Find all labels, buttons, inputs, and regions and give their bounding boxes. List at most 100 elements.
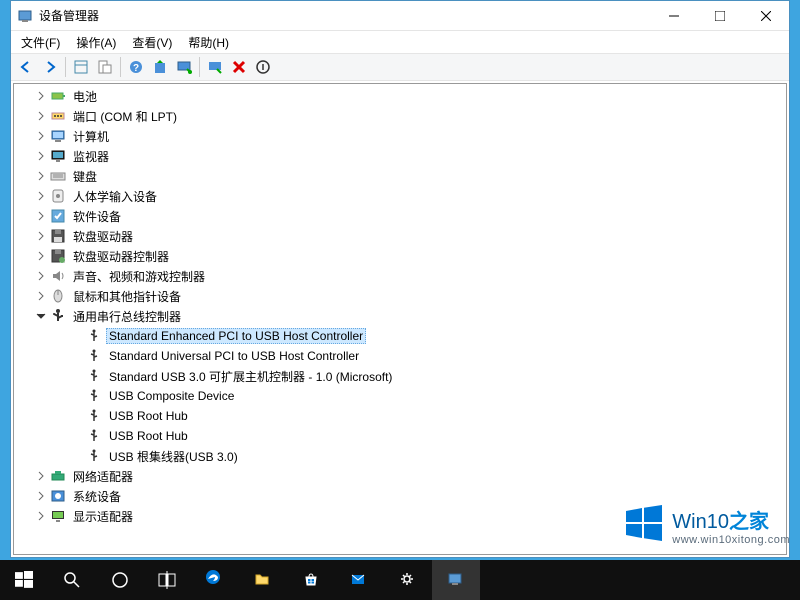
task-view-button[interactable] — [144, 560, 192, 600]
back-button[interactable] — [15, 56, 37, 78]
help-button[interactable] — [125, 56, 147, 78]
device-label: Standard Universal PCI to USB Host Contr… — [106, 348, 362, 364]
device-icon — [50, 508, 66, 524]
device-icon — [50, 88, 66, 104]
device-label: 系统设备 — [70, 487, 124, 506]
menu-file[interactable]: 文件(F) — [15, 32, 66, 53]
device-label: USB Root Hub — [106, 428, 191, 444]
explorer-button[interactable] — [240, 560, 288, 600]
taskbar — [0, 560, 800, 600]
expand-icon[interactable] — [70, 329, 84, 343]
device-manager-taskbar-button[interactable] — [432, 560, 480, 600]
tree-node[interactable]: 显示适配器 — [14, 506, 786, 526]
device-label: 电池 — [70, 87, 100, 106]
tree-node[interactable]: USB Root Hub — [14, 406, 786, 426]
expand-icon[interactable] — [34, 89, 48, 103]
expand-icon[interactable] — [70, 389, 84, 403]
tree-node[interactable]: 软件设备 — [14, 206, 786, 226]
mail-button[interactable] — [336, 560, 384, 600]
minimize-button[interactable] — [651, 1, 697, 30]
expand-icon[interactable] — [34, 289, 48, 303]
expand-icon[interactable] — [34, 249, 48, 263]
tree-node[interactable]: USB Composite Device — [14, 386, 786, 406]
device-icon — [86, 368, 102, 384]
tree-node[interactable]: 通用串行总线控制器 — [14, 306, 786, 326]
tree-node[interactable]: 软盘驱动器 — [14, 226, 786, 246]
device-label: 端口 (COM 和 LPT) — [70, 107, 180, 126]
expand-icon[interactable] — [70, 409, 84, 423]
start-button[interactable] — [0, 560, 48, 600]
tree-node[interactable]: 键盘 — [14, 166, 786, 186]
tree-scroll[interactable]: 电池端口 (COM 和 LPT)计算机监视器键盘人体学输入设备软件设备软盘驱动器… — [14, 84, 786, 554]
expand-icon[interactable] — [34, 149, 48, 163]
expand-icon[interactable] — [34, 109, 48, 123]
tree-node[interactable]: USB 根集线器(USB 3.0) — [14, 446, 786, 466]
expand-icon[interactable] — [34, 189, 48, 203]
tree-node[interactable]: Standard USB 3.0 可扩展主机控制器 - 1.0 (Microso… — [14, 366, 786, 386]
enable-button[interactable] — [252, 56, 274, 78]
menu-help[interactable]: 帮助(H) — [182, 32, 235, 53]
expand-icon[interactable] — [34, 509, 48, 523]
device-icon — [50, 168, 66, 184]
tree-node[interactable]: 计算机 — [14, 126, 786, 146]
device-label: 鼠标和其他指针设备 — [70, 287, 184, 306]
update-driver-button[interactable] — [149, 56, 171, 78]
device-label: USB Root Hub — [106, 408, 191, 424]
device-icon — [86, 448, 102, 464]
expand-icon[interactable] — [34, 209, 48, 223]
search-button[interactable] — [48, 560, 96, 600]
expand-icon[interactable] — [70, 429, 84, 443]
tree-node[interactable]: 软盘驱动器控制器 — [14, 246, 786, 266]
expand-icon[interactable] — [34, 309, 48, 323]
device-label: 计算机 — [70, 127, 112, 146]
expand-icon[interactable] — [70, 349, 84, 363]
settings-button[interactable] — [384, 560, 432, 600]
device-icon — [86, 408, 102, 424]
device-icon — [50, 208, 66, 224]
device-label: USB Composite Device — [106, 388, 237, 404]
tree-node[interactable]: 系统设备 — [14, 486, 786, 506]
scan-hardware-button[interactable] — [173, 56, 195, 78]
tree-node[interactable]: Standard Enhanced PCI to USB Host Contro… — [14, 326, 786, 346]
properties-button[interactable] — [94, 56, 116, 78]
tree-node[interactable]: USB Root Hub — [14, 426, 786, 446]
expand-icon[interactable] — [70, 449, 84, 463]
device-label: 显示适配器 — [70, 507, 136, 526]
expand-icon[interactable] — [34, 469, 48, 483]
show-hide-button[interactable] — [70, 56, 92, 78]
uninstall-button[interactable] — [204, 56, 226, 78]
device-icon — [50, 108, 66, 124]
tree-node[interactable]: 端口 (COM 和 LPT) — [14, 106, 786, 126]
tree-node[interactable]: 人体学输入设备 — [14, 186, 786, 206]
expand-icon[interactable] — [34, 229, 48, 243]
device-label: 软件设备 — [70, 207, 124, 226]
menu-action[interactable]: 操作(A) — [70, 32, 122, 53]
store-button[interactable] — [288, 560, 336, 600]
device-icon — [86, 328, 102, 344]
menu-view[interactable]: 查看(V) — [126, 32, 178, 53]
tree-node[interactable]: 鼠标和其他指针设备 — [14, 286, 786, 306]
expand-icon[interactable] — [70, 369, 84, 383]
close-button[interactable] — [743, 1, 789, 30]
device-label: Standard USB 3.0 可扩展主机控制器 - 1.0 (Microso… — [106, 367, 395, 386]
device-tree: 电池端口 (COM 和 LPT)计算机监视器键盘人体学输入设备软件设备软盘驱动器… — [13, 83, 787, 555]
tree-node[interactable]: Standard Universal PCI to USB Host Contr… — [14, 346, 786, 366]
tree-node[interactable]: 电池 — [14, 86, 786, 106]
delete-button[interactable] — [228, 56, 250, 78]
expand-icon[interactable] — [34, 129, 48, 143]
device-icon — [50, 188, 66, 204]
cortana-button[interactable] — [96, 560, 144, 600]
expand-icon[interactable] — [34, 169, 48, 183]
edge-button[interactable] — [192, 560, 240, 600]
device-label: 键盘 — [70, 167, 100, 186]
tree-node[interactable]: 声音、视频和游戏控制器 — [14, 266, 786, 286]
device-label: Standard Enhanced PCI to USB Host Contro… — [106, 328, 366, 344]
tree-node[interactable]: 监视器 — [14, 146, 786, 166]
device-label: 声音、视频和游戏控制器 — [70, 267, 208, 286]
maximize-button[interactable] — [697, 1, 743, 30]
expand-icon[interactable] — [34, 489, 48, 503]
forward-button[interactable] — [39, 56, 61, 78]
expand-icon[interactable] — [34, 269, 48, 283]
tree-node[interactable]: 网络适配器 — [14, 466, 786, 486]
titlebar[interactable]: 设备管理器 — [11, 1, 789, 31]
